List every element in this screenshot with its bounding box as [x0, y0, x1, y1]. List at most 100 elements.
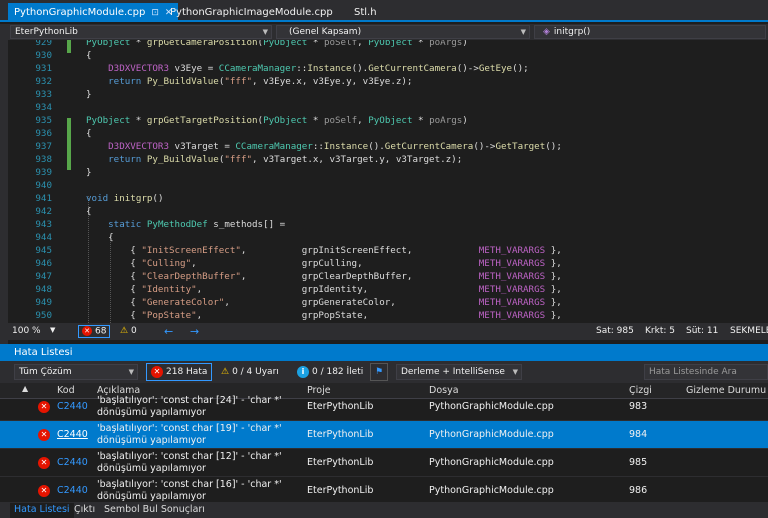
code-line[interactable]: 934 — [8, 101, 768, 114]
code-editor[interactable]: 929 PyObject * grpGetCameraPosition(PyObj… — [8, 40, 768, 323]
line-number: 929 — [35, 40, 52, 48]
code-line[interactable]: 945 { "InitScreenEffect", grpInitScreenE… — [8, 244, 768, 257]
member-dropdown-value: initgrp() — [553, 27, 591, 37]
line-number: 930 — [35, 50, 52, 61]
editor-status-bar: 100 % ▼ ✕ 68 ⚠ 0 ← → Sat: 985 Krkt: 5 Süt… — [0, 323, 768, 340]
messages-filter-button[interactable]: i0 / 182 İleti — [292, 363, 368, 381]
line-number: 945 — [35, 245, 52, 256]
error-description: 'başlatılıyor': 'const char [24]' - 'cha… — [97, 395, 282, 418]
zoom-level[interactable]: 100 % — [12, 326, 41, 336]
filter-toggle-button[interactable]: ⚑ — [370, 363, 389, 381]
code-text: void initgrp() — [86, 193, 164, 204]
code-line[interactable]: 933} — [8, 88, 768, 101]
code-line[interactable]: 947 { "ClearDepthBuffer", grpClearDepthB… — [8, 270, 768, 283]
line-number: 937 — [35, 141, 52, 152]
code-line[interactable]: 942 { — [8, 205, 768, 218]
arrow-left-icon[interactable]: ← — [164, 325, 173, 338]
tab-stl-h[interactable]: Stl.h — [348, 3, 383, 22]
code-line[interactable]: 940 — [8, 179, 768, 192]
error-project: EterPythonLib — [307, 429, 374, 440]
line-number: 943 — [35, 219, 52, 230]
code-line[interactable]: 950 { "PopState", grpPopState, METH_VARA… — [8, 309, 768, 322]
pin-icon[interactable]: ⊡ — [151, 8, 159, 18]
error-row[interactable]: ✕ C2440 'başlatılıyor': 'const char [24]' … — [0, 393, 768, 421]
code-text: } — [86, 167, 92, 178]
error-list-search-input[interactable]: Hata Listesinde Ara — [644, 364, 768, 380]
tab-output[interactable]: Çıktı — [70, 503, 99, 518]
code-line[interactable]: 938 return Py_BuildValue("fff", v3Target… — [8, 153, 768, 166]
error-list-toolbar: Tüm Çözüm ▼ ✕ 218 Hata ⚠ 0 / 4 Uyarı i0 / 1… — [0, 361, 768, 383]
errors-filter-button[interactable]: ✕ 218 Hata — [146, 363, 213, 381]
navigation-bar: EterPythonLib ▼ (Genel Kapsam) ▼ ◈ initgrp(… — [8, 24, 768, 40]
project-dropdown-value: EterPythonLib — [15, 27, 78, 37]
member-dropdown[interactable]: ◈ initgrp() — [534, 25, 766, 39]
bottom-panel-tabs: Hata Listesi Çıktı Sembol Bul Sonuçları — [0, 502, 768, 518]
error-icon: ✕ — [82, 326, 92, 336]
char-number: Krkt: 5 — [645, 326, 675, 336]
code-text: { — [86, 232, 114, 243]
error-row[interactable]: ✕ C2440 'başlatılıyor': 'const char [19]' … — [0, 421, 768, 449]
info-icon: i — [297, 365, 309, 378]
code-line[interactable]: 943 static PyMethodDef s_methods[] = — [8, 218, 768, 231]
tab-label: PythonGraphicImageModule.cpp — [170, 7, 333, 18]
warning-count: 0 — [130, 326, 137, 336]
column-number: Süt: 11 — [686, 326, 719, 336]
code-line[interactable]: 932 return Py_BuildValue("fff", v3Eye.x,… — [8, 75, 768, 88]
code-line[interactable]: 930 { — [8, 49, 768, 62]
code-line[interactable]: 939} — [8, 166, 768, 179]
sort-up-icon: ▲ — [22, 384, 29, 393]
code-line[interactable]: 941 void initgrp() — [8, 192, 768, 205]
warning-count-indicator[interactable]: ⚠ 0 — [120, 326, 137, 336]
tab-label: Stl.h — [354, 7, 377, 18]
error-code-link[interactable]: C2440 — [57, 485, 88, 496]
tab-find-symbol-results[interactable]: Sembol Bul Sonuçları — [100, 503, 209, 518]
error-icon: ✕ — [38, 401, 50, 413]
line-number: 935 — [35, 115, 52, 126]
warnings-filter-button[interactable]: ⚠ 0 / 4 Uyarı — [216, 363, 284, 381]
chevron-down-icon: ▼ — [512, 368, 518, 376]
line-number: 932 — [35, 76, 52, 87]
error-count-indicator[interactable]: ✕ 68 — [78, 325, 111, 338]
code-line[interactable]: 944 { — [8, 231, 768, 244]
line-number: 933 — [35, 89, 52, 100]
error-code-link[interactable]: C2440 — [57, 457, 88, 468]
code-line[interactable]: 949 { "GenerateColor", grpGenerateColor,… — [8, 296, 768, 309]
code-line[interactable]: 948 { "Identity", grpIdentity, METH_VARA… — [8, 283, 768, 296]
error-list-title: Hata Listesi — [0, 344, 768, 361]
tab-pythongraphicimagemodule[interactable]: PythonGraphicImageModule.cpp — [164, 3, 339, 22]
code-text: { "Identity", grpIdentity, METH_VARARGS … — [86, 284, 562, 295]
error-row[interactable]: ✕ C2440 'başlatılıyor': 'const char [12]' … — [0, 449, 768, 477]
code-text: return Py_BuildValue("fff", v3Target.x, … — [108, 154, 463, 165]
tab-error-list[interactable]: Hata Listesi — [10, 503, 74, 518]
code-text: } — [86, 89, 92, 100]
line-number: 949 — [35, 297, 52, 308]
code-text: PyObject * grpGetTargetPosition(PyObject… — [86, 115, 468, 126]
scope-dropdown[interactable]: (Genel Kapsam) ▼ — [276, 25, 530, 39]
tab-pythongraphicmodule[interactable]: PythonGraphicModule.cpp ⊡ ✕ — [8, 3, 179, 22]
code-line[interactable]: 929 PyObject * grpGetCameraPosition(PyObj… — [8, 40, 768, 49]
line-number: 941 — [35, 193, 52, 204]
scope-filter-value: Tüm Çözüm — [19, 367, 72, 377]
error-description: 'başlatılıyor': 'const char [16]' - 'cha… — [97, 479, 282, 502]
error-code-link[interactable]: C2440 — [57, 429, 88, 440]
code-text: { — [86, 128, 92, 139]
code-text: { "InitScreenEffect", grpInitScreenEffec… — [86, 245, 562, 256]
project-dropdown[interactable]: EterPythonLib ▼ — [10, 25, 272, 39]
error-code-link[interactable]: C2440 — [57, 401, 88, 412]
line-number: 950 — [35, 310, 52, 321]
code-line[interactable]: 935 PyObject * grpGetTargetPosition(PyObj… — [8, 114, 768, 127]
line-number: 944 — [35, 232, 52, 243]
error-row[interactable]: ✕ C2440 'başlatılıyor': 'const char [16]' … — [0, 477, 768, 505]
arrow-right-icon[interactable]: → — [190, 325, 199, 338]
code-text: { "Culling", grpCulling, METH_VARARGS }, — [86, 258, 562, 269]
error-project: EterPythonLib — [307, 485, 374, 496]
code-line[interactable]: 937 D3DXVECTOR3 v3Target = CCameraManage… — [8, 140, 768, 153]
chevron-down-icon: ▼ — [128, 368, 134, 376]
build-filter-dropdown[interactable]: Derleme + IntelliSense ▼ — [396, 364, 522, 380]
scope-filter-dropdown[interactable]: Tüm Çözüm ▼ — [14, 364, 138, 380]
warnings-filter-label: 0 / 4 Uyarı — [232, 367, 279, 377]
code-line[interactable]: 931 D3DXVECTOR3 v3Eye = CCameraManager::… — [8, 62, 768, 75]
code-line[interactable]: 946 { "Culling", grpCulling, METH_VARARG… — [8, 257, 768, 270]
code-line[interactable]: 936 { — [8, 127, 768, 140]
line-number: 936 — [35, 128, 52, 139]
